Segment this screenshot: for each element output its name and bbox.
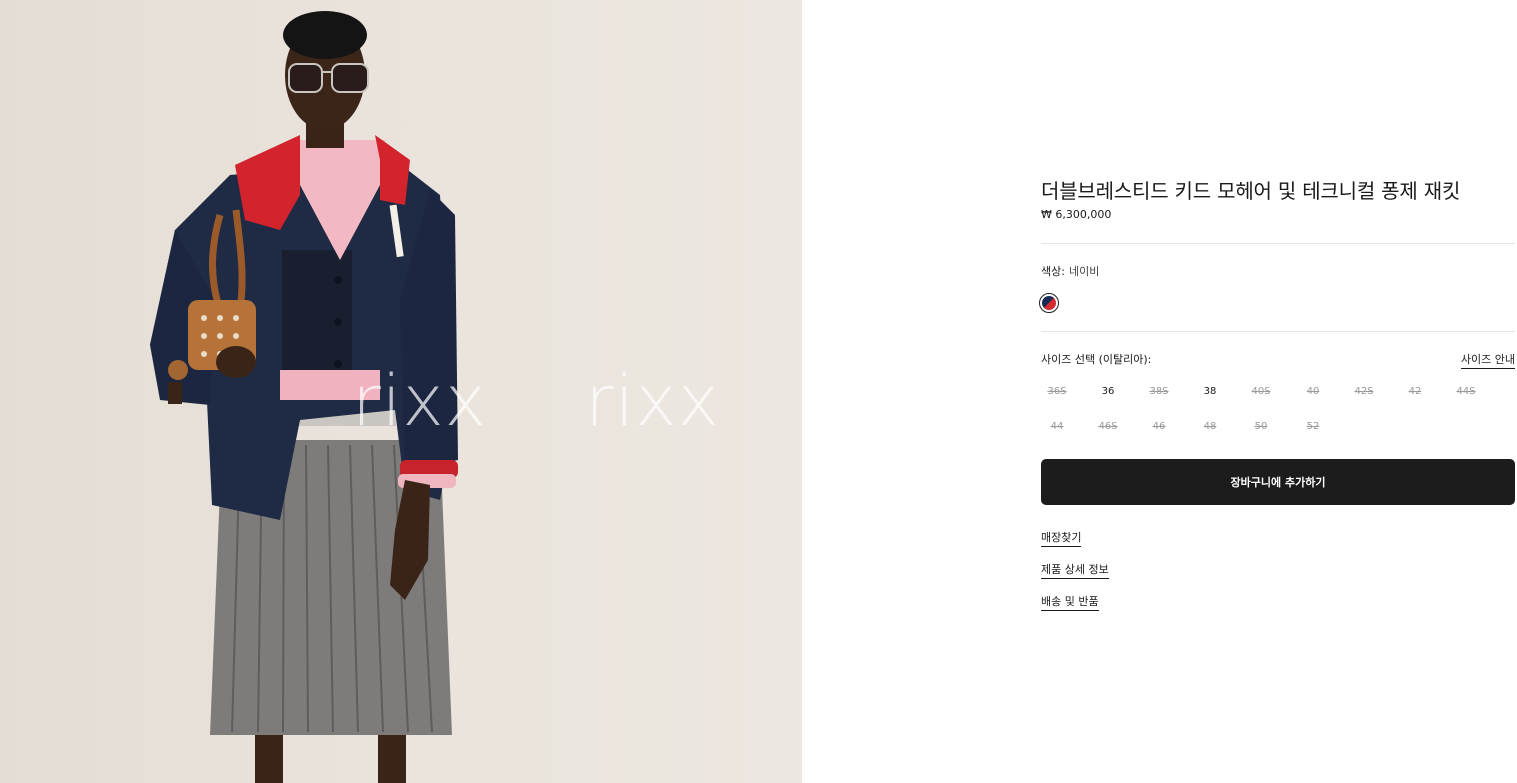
size-option[interactable]: 38 — [1194, 386, 1226, 397]
watermark-text: rixx — [352, 360, 488, 442]
shipping-returns-link[interactable]: 배송 및 반품 — [1041, 593, 1099, 611]
size-option[interactable]: 42 — [1399, 386, 1431, 397]
product-price: ₩ 6,300,000 — [1041, 208, 1112, 221]
size-option[interactable]: 36S — [1041, 386, 1073, 397]
size-guide-link[interactable]: 사이즈 안내 — [1460, 351, 1515, 369]
product-photo: rixx rixx — [0, 0, 802, 783]
watermark-text: rixx — [585, 360, 721, 442]
find-store-link[interactable]: 매장찾기 — [1041, 529, 1082, 547]
color-label: 색상: — [1041, 265, 1065, 278]
size-option[interactable]: 40 — [1297, 386, 1329, 397]
size-option[interactable]: 52 — [1297, 421, 1329, 432]
color-selection: 색상: 네이비 — [1041, 263, 1099, 279]
color-swatch-navy[interactable] — [1039, 293, 1059, 313]
color-value: 네이비 — [1068, 265, 1100, 278]
product-details-panel: 더블브레스티드 키드 모헤어 및 테크니컬 퐁제 재킷 ₩ 6,300,000 … — [1039, 0, 1515, 783]
divider — [1041, 331, 1515, 332]
size-option[interactable]: 48 — [1194, 421, 1226, 432]
size-option[interactable]: 42S — [1348, 386, 1380, 397]
product-title: 더블브레스티드 키드 모헤어 및 테크니컬 퐁제 재킷 — [1041, 179, 1461, 203]
size-option[interactable]: 44S — [1450, 386, 1482, 397]
divider — [1041, 243, 1515, 244]
size-option[interactable]: 46 — [1143, 421, 1175, 432]
add-to-cart-button[interactable]: 장바구니에 추가하기 — [1041, 459, 1515, 505]
size-option[interactable]: 36 — [1092, 386, 1124, 397]
size-option[interactable]: 50 — [1245, 421, 1277, 432]
size-select-label: 사이즈 선택 (이탈리아): — [1041, 353, 1152, 366]
color-swatch-fill — [1042, 296, 1056, 310]
product-details-link[interactable]: 제품 상세 정보 — [1041, 561, 1109, 579]
size-option[interactable]: 38S — [1143, 386, 1175, 397]
size-option[interactable]: 46S — [1092, 421, 1124, 432]
size-option[interactable]: 44 — [1041, 421, 1073, 432]
size-option[interactable]: 40S — [1245, 386, 1277, 397]
